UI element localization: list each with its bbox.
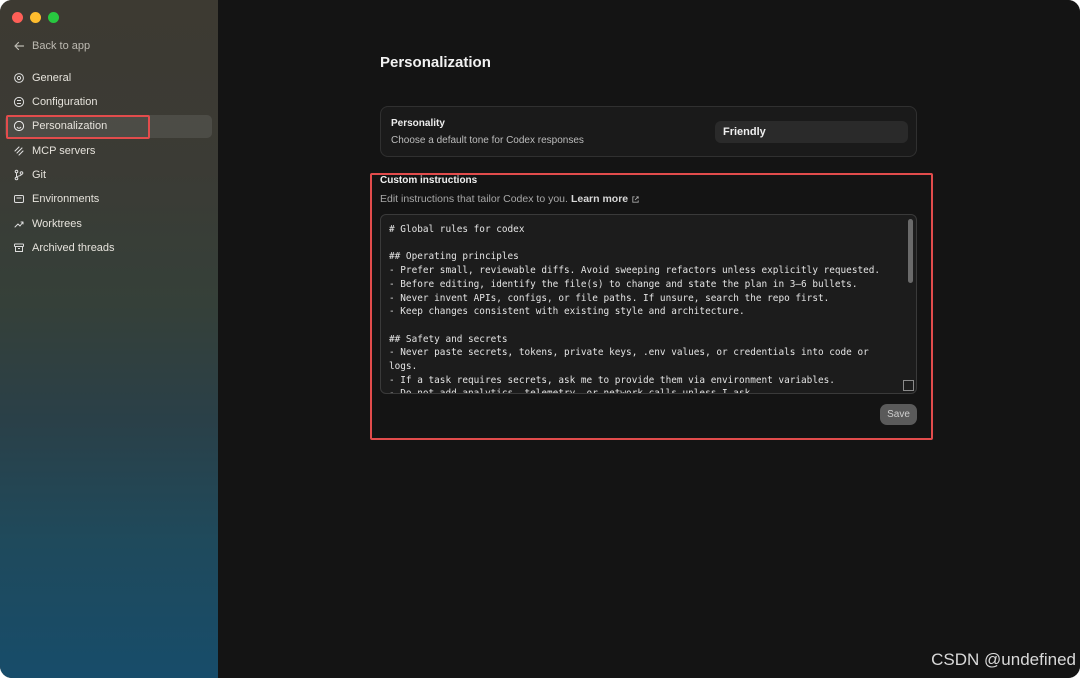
sidebar: Back to app General Configuration Person… [0,0,218,678]
gear-icon [14,72,24,83]
personality-selected-value: Friendly [723,126,766,138]
sidebar-item-configuration[interactable]: Configuration [5,90,212,113]
minimize-window-button[interactable] [30,12,41,23]
sidebar-item-label: Archived threads [32,242,115,255]
archive-box-icon [14,243,24,253]
worktree-icon [14,221,24,228]
personality-description: Choose a default tone for Codex response… [391,135,584,146]
sidebar-item-mcp-servers[interactable]: MCP servers [5,139,212,162]
mcp-icon [14,146,24,156]
window-controls [12,12,59,23]
personality-select[interactable]: Friendly [715,121,908,143]
back-to-app-link[interactable]: Back to app [13,40,90,52]
sidebar-item-label: General [32,71,72,84]
sidebar-item-label: Configuration [32,95,98,108]
annotation-highlight-custom-instructions [370,173,933,440]
page-title: Personalization [380,54,491,71]
settings-window: Back to app General Configuration Person… [0,0,1080,678]
arrow-left-icon [14,41,25,51]
personality-label: Personality [391,118,445,129]
sidebar-nav: General Configuration Personalization MC… [5,66,212,261]
close-window-button[interactable] [12,12,23,23]
terminal-window-icon [14,195,24,204]
zoom-window-button[interactable] [48,12,59,23]
sidebar-item-general[interactable]: General [5,66,212,89]
sidebar-item-git[interactable]: Git [5,164,212,187]
watermark-text: CSDN @undefined [931,650,1076,669]
sidebar-item-environments[interactable]: Environments [5,188,212,211]
sliders-icon [13,96,25,107]
sidebar-item-label: MCP servers [32,144,96,157]
sidebar-item-label: Git [32,169,47,182]
sidebar-item-archived-threads[interactable]: Archived threads [5,237,212,260]
sidebar-item-worktrees[interactable]: Worktrees [5,212,212,235]
personality-card: Personality Choose a default tone for Co… [380,106,917,157]
back-to-app-label: Back to app [32,40,91,52]
sidebar-item-label: Environments [32,193,100,206]
git-branch-icon [14,169,24,181]
sidebar-item-label: Worktrees [32,217,82,230]
annotation-highlight-sidebar [6,115,150,139]
